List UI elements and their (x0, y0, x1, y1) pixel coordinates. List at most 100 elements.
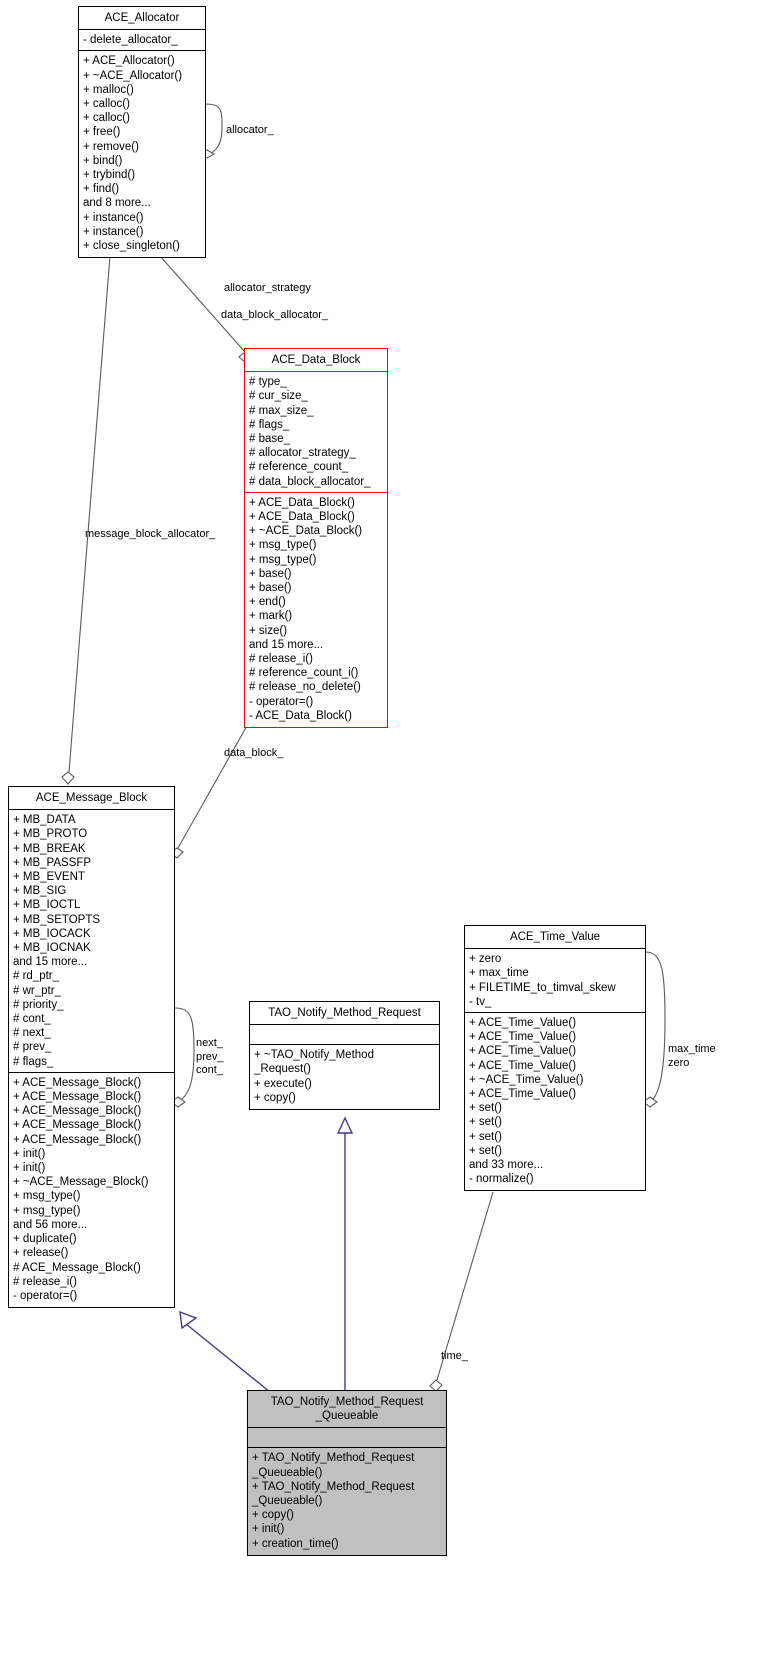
operation: + execute() (254, 1077, 312, 1090)
operation: + bind() (83, 154, 123, 167)
class-attributes-ace-allocator: - delete_allocator_ (79, 30, 205, 52)
class-operations-tao-notify-method-request: + ~TAO_Notify_Method _Request() + execut… (250, 1045, 439, 1109)
attribute: # cont_ (13, 1013, 51, 1026)
operation: + init() (252, 1523, 285, 1536)
operation: - ACE_Data_Block() (249, 709, 352, 722)
operation: + ACE_Time_Value() (469, 1031, 577, 1044)
attribute: + MB_BREAK (13, 842, 86, 855)
edge-label-allocator: allocator_ (226, 124, 274, 136)
operation: + mark() (249, 610, 293, 623)
operation: + copy() (254, 1091, 296, 1104)
edge-label-next-prev-cont: next_ prev_ cont_ (196, 1037, 224, 1076)
edge-messageblock-self (174, 1007, 195, 1103)
operation: + set() (469, 1116, 502, 1129)
operation: + copy() (252, 1509, 294, 1522)
attribute: # data_block_allocator_ (249, 475, 371, 488)
operation: # ACE_Message_Block() (13, 1261, 141, 1274)
attribute: # next_ (13, 1027, 51, 1040)
attribute: # base_ (249, 433, 290, 446)
attribute: # max_size_ (249, 404, 314, 417)
attribute: # wr_ptr_ (13, 984, 61, 997)
operation: + set() (469, 1130, 502, 1143)
aggregation-diamond-messageblock-allocator (61, 771, 75, 785)
operation: # release_i() (13, 1275, 77, 1288)
operation: + calloc() (83, 112, 130, 125)
operation: + init() (13, 1162, 46, 1175)
class-operations-tao-notify-method-request-queueable: + TAO_Notify_Method_Request _Queueable()… (248, 1448, 446, 1554)
operation: + ~TAO_Notify_Method _Request() (254, 1049, 374, 1076)
class-title-ace-message-block: ACE_Message_Block (9, 787, 174, 811)
class-box-tao-notify-method-request[interactable]: TAO_Notify_Method_Request + ~TAO_Notify_… (249, 1001, 440, 1111)
uml-collaboration-diagram: ACE_Allocator - delete_allocator_ + ACE_… (0, 0, 773, 1659)
class-title-ace-allocator: ACE_Allocator (79, 7, 205, 31)
class-attributes-tao-notify-method-request-queueable (248, 1428, 446, 1449)
operation: - operator=() (13, 1289, 78, 1302)
operation: + release() (13, 1247, 69, 1260)
operation: + ACE_Data_Block() (249, 496, 355, 509)
edge-label-data-block-allocator: data_block_allocator_ (221, 309, 329, 321)
edge-timevalue-self (645, 951, 666, 1103)
operation: + free() (83, 126, 121, 139)
operation: + ACE_Time_Value() (469, 1088, 577, 1101)
attribute: # prev_ (13, 1041, 52, 1054)
attribute: # priority_ (13, 998, 64, 1011)
attribute: + MB_SETOPTS (13, 913, 101, 926)
operation: + end() (249, 596, 286, 609)
class-title-ace-data-block: ACE_Data_Block (245, 349, 387, 373)
attribute: + MB_IOCACK (13, 927, 91, 940)
attribute: + MB_DATA (13, 814, 76, 827)
operation: + size() (249, 624, 288, 637)
operation: + ACE_Allocator() (83, 55, 175, 68)
operation: + ACE_Time_Value() (469, 1059, 577, 1072)
attribute: + MB_IOCTL (13, 899, 81, 912)
edge-datablock-messageblock (177, 723, 249, 849)
attribute: - tv_ (469, 995, 492, 1008)
class-attributes-ace-message-block: + MB_DATA + MB_PROTO + MB_BREAK + MB_PAS… (9, 810, 174, 1073)
operation: + ~ACE_Time_Value() (469, 1073, 584, 1086)
edge-label-allocator-strategy: allocator_strategy (224, 282, 311, 294)
operation: + malloc() (83, 83, 134, 96)
operation: + set() (469, 1144, 502, 1157)
attribute: # rd_ptr_ (13, 970, 60, 983)
edge-inherit-messageblock (185, 1323, 271, 1393)
operation: + find() (83, 183, 120, 196)
attribute: + MB_SIG (13, 885, 67, 898)
operation: + msg_type() (13, 1190, 81, 1203)
attribute: + MB_PASSFP (13, 856, 92, 869)
attribute: # type_ (249, 376, 287, 389)
operation: + set() (469, 1102, 502, 1115)
edge-label-data-block: data_block_ (224, 747, 284, 759)
operation: # release_no_delete() (249, 681, 361, 694)
operation: + instance() (83, 211, 144, 224)
attribute: # reference_count_ (249, 461, 349, 474)
operation: + instance() (83, 225, 144, 238)
operation: + base() (249, 567, 292, 580)
operation: # release_i() (249, 653, 313, 666)
operation: + close_singleton() (83, 240, 180, 253)
operation: + ACE_Message_Block() (13, 1119, 142, 1132)
attribute: # flags_ (13, 1055, 54, 1068)
class-box-ace-message-block[interactable]: ACE_Message_Block + MB_DATA + MB_PROTO +… (8, 786, 175, 1309)
operation: + remove() (83, 140, 139, 153)
edge-allocator-self (204, 103, 223, 156)
attribute-more: and 15 more... (13, 956, 88, 969)
operation-more: and 56 more... (13, 1218, 88, 1231)
class-box-ace-data-block[interactable]: ACE_Data_Block # type_ # cur_size_ # max… (244, 348, 388, 729)
class-title-ace-time-value: ACE_Time_Value (465, 926, 645, 950)
edge-allocator-datablock (159, 255, 246, 353)
class-box-ace-time-value[interactable]: ACE_Time_Value + zero + max_time + FILET… (464, 925, 646, 1192)
edge-label-time: time_ (441, 1350, 468, 1362)
class-box-tao-notify-method-request-queueable[interactable]: TAO_Notify_Method_Request _Queueable + T… (247, 1390, 447, 1556)
class-box-ace-allocator[interactable]: ACE_Allocator - delete_allocator_ + ACE_… (78, 6, 206, 259)
class-title-tao-notify-method-request-queueable: TAO_Notify_Method_Request _Queueable (248, 1391, 446, 1429)
class-operations-ace-time-value: + ACE_Time_Value() + ACE_Time_Value() + … (465, 1013, 645, 1190)
operation: + TAO_Notify_Method_Request _Queueable() (252, 1452, 415, 1479)
class-operations-ace-data-block: + ACE_Data_Block() + ACE_Data_Block() + … (245, 493, 387, 727)
edge-allocator-messageblock (68, 255, 111, 773)
class-attributes-tao-notify-method-request (250, 1025, 439, 1046)
class-operations-ace-message-block: + ACE_Message_Block() + ACE_Message_Bloc… (9, 1073, 174, 1307)
operation: + duplicate() (13, 1233, 77, 1246)
operation: + ACE_Data_Block() (249, 511, 355, 524)
operation: + ACE_Time_Value() (469, 1045, 577, 1058)
operation-more: and 8 more... (83, 197, 151, 210)
